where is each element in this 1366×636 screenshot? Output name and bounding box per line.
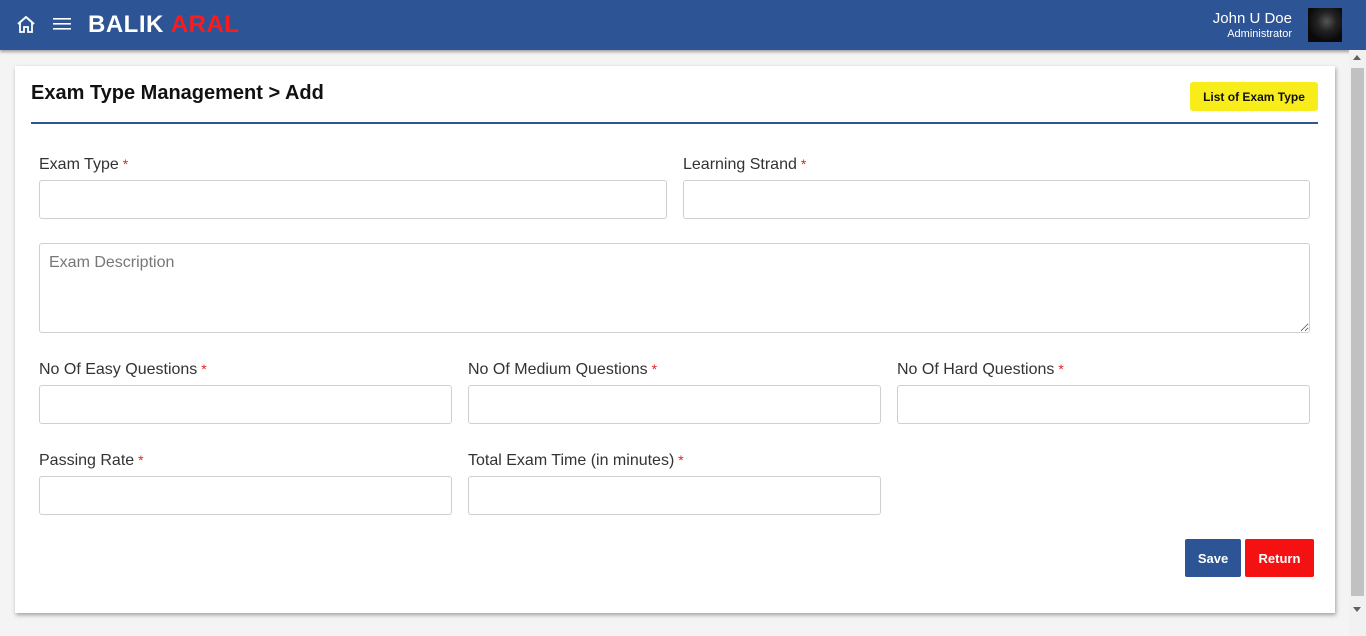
home-icon[interactable]	[16, 15, 36, 35]
total-exam-time-label: Total Exam Time (in minutes) *	[468, 452, 684, 470]
required-marker: *	[122, 156, 129, 172]
save-button[interactable]: Save	[1185, 539, 1241, 577]
vertical-scrollbar[interactable]	[1349, 50, 1366, 636]
brand-name-part2: ARAL	[170, 11, 240, 38]
easy-questions-label-text: No Of Easy Questions	[39, 361, 198, 378]
return-button[interactable]: Return	[1245, 539, 1314, 577]
medium-questions-input[interactable]	[468, 385, 881, 424]
brand-name-part1: BALIK	[88, 11, 164, 38]
hamburger-menu-icon[interactable]	[53, 16, 71, 32]
user-avatar[interactable]	[1308, 8, 1342, 42]
hard-questions-label: No Of Hard Questions *	[897, 361, 1064, 379]
scroll-down-arrow-icon[interactable]	[1353, 607, 1361, 612]
form-card: Exam Type Management > Add List of Exam …	[15, 66, 1335, 613]
passing-rate-label: Passing Rate *	[39, 452, 144, 470]
learning-strand-label: Learning Strand *	[683, 156, 806, 174]
exam-type-input[interactable]	[39, 180, 667, 219]
user-name[interactable]: John U Doe	[1213, 10, 1292, 27]
learning-strand-input[interactable]	[683, 180, 1310, 219]
scroll-up-arrow-icon[interactable]	[1353, 55, 1361, 60]
required-marker: *	[138, 452, 144, 468]
required-marker: *	[800, 156, 807, 172]
required-marker: *	[678, 452, 684, 468]
passing-rate-input[interactable]	[39, 476, 452, 515]
exam-description-textarea[interactable]	[39, 243, 1310, 333]
title-divider	[31, 122, 1318, 124]
page-title: Exam Type Management > Add	[31, 82, 324, 104]
total-exam-time-label-text: Total Exam Time (in minutes)	[468, 452, 675, 469]
medium-questions-label-text: No Of Medium Questions	[468, 361, 648, 378]
list-of-exam-type-button[interactable]: List of Exam Type	[1190, 82, 1318, 111]
brand-logo[interactable]: BALIK ARAL	[88, 11, 239, 39]
exam-type-label-text: Exam Type	[39, 156, 119, 173]
hard-questions-input[interactable]	[897, 385, 1310, 424]
passing-rate-label-text: Passing Rate	[39, 452, 135, 469]
required-marker: *	[1058, 361, 1064, 377]
easy-questions-label: No Of Easy Questions *	[39, 361, 207, 379]
learning-strand-label-text: Learning Strand	[683, 156, 797, 173]
top-navbar: BALIK ARAL John U Doe Administrator	[0, 0, 1366, 50]
required-marker: *	[651, 361, 658, 377]
user-role: Administrator	[1227, 28, 1292, 40]
medium-questions-label: No Of Medium Questions *	[468, 361, 657, 379]
exam-type-label: Exam Type *	[39, 156, 128, 174]
scrollbar-thumb[interactable]	[1351, 68, 1364, 596]
required-marker: *	[201, 361, 207, 377]
hard-questions-label-text: No Of Hard Questions	[897, 361, 1055, 378]
easy-questions-input[interactable]	[39, 385, 452, 424]
total-exam-time-input[interactable]	[468, 476, 881, 515]
